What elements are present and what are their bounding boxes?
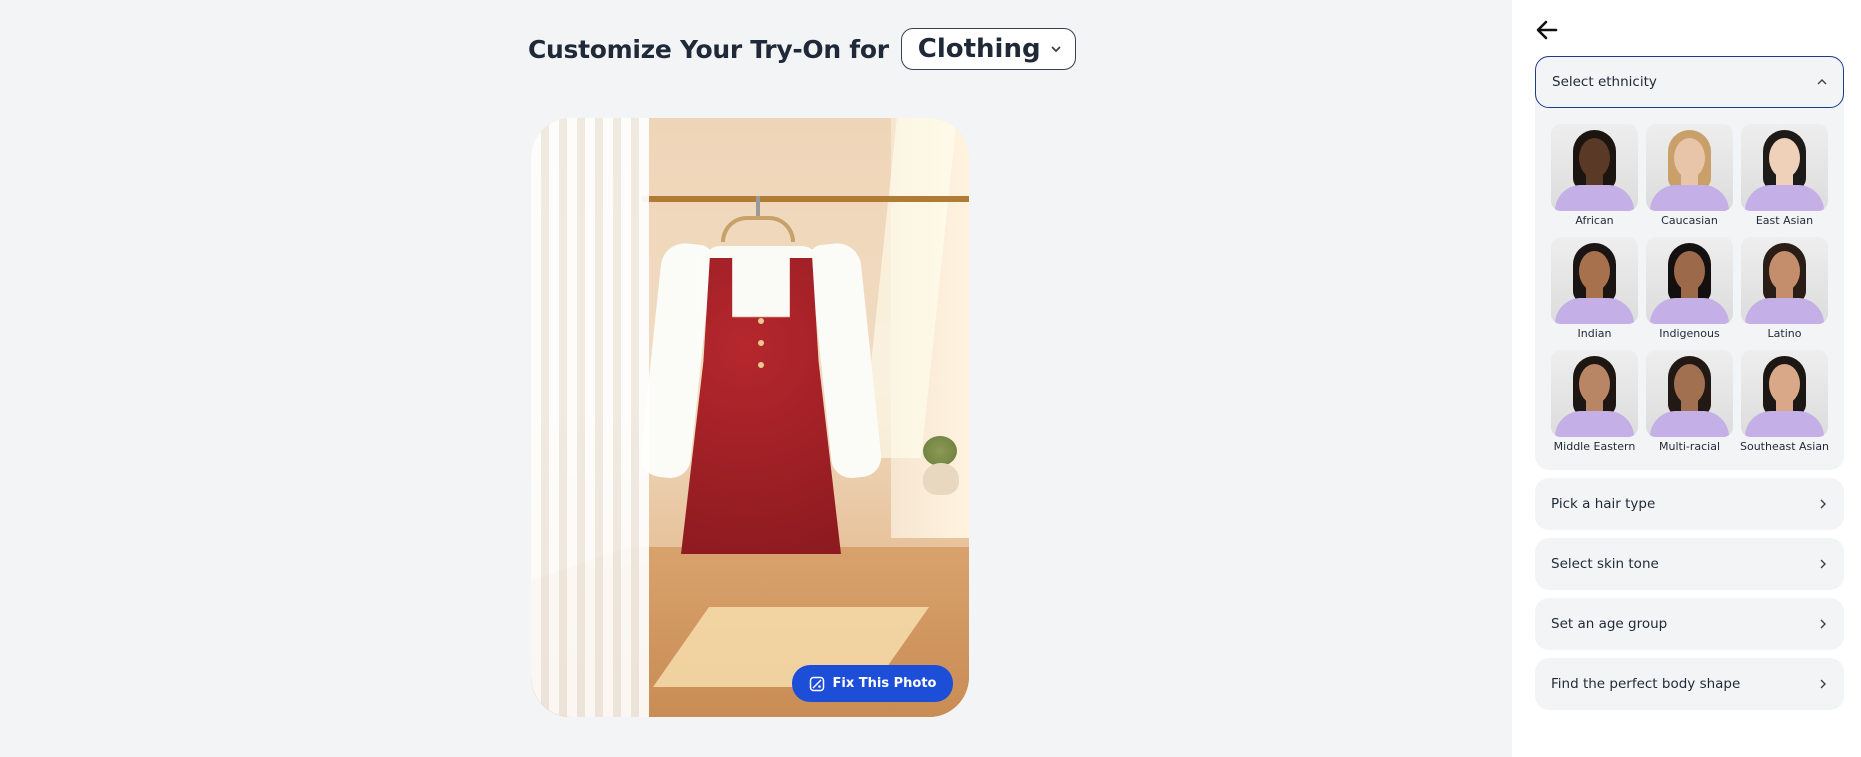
ethnicity-avatar <box>1741 124 1828 211</box>
body-shape-title: Find the perfect body shape <box>1551 676 1741 692</box>
photo-plant <box>923 436 957 466</box>
photo-fix-icon <box>809 676 824 691</box>
avatar-shirt <box>1555 411 1634 437</box>
garment-photo <box>531 118 969 717</box>
ethnicity-option[interactable]: Latino <box>1741 237 1828 341</box>
ethnicity-label: East Asian <box>1755 214 1814 227</box>
arrow-left-icon[interactable] <box>1535 18 1559 42</box>
avatar-face <box>1674 251 1705 291</box>
ethnicity-option[interactable]: Multi-racial <box>1646 350 1733 454</box>
ethnicity-avatar <box>1551 350 1638 437</box>
ethnicity-label: Latino <box>1767 327 1802 340</box>
ethnicity-avatar <box>1646 350 1733 437</box>
avatar-face <box>1769 138 1800 178</box>
page-title: Customize Your Try-On for <box>528 34 889 64</box>
chevron-right-icon <box>1820 679 1826 689</box>
ethnicity-option[interactable]: Caucasian <box>1646 124 1733 228</box>
age-group-title: Set an age group <box>1551 616 1668 632</box>
category-dropdown[interactable]: Clothing <box>900 28 1076 70</box>
ethnicity-label: Southeast Asian <box>1739 440 1830 453</box>
avatar-shirt <box>1650 185 1729 211</box>
ethnicity-option[interactable]: African <box>1551 124 1638 228</box>
chevron-right-icon <box>1820 559 1826 569</box>
photo-hanger-hook <box>756 196 760 218</box>
skin-tone-section[interactable]: Select skin tone <box>1535 538 1844 590</box>
ethnicity-grid: African Caucasian East Asian Indian Indigeno… <box>1551 124 1829 454</box>
avatar-shirt <box>1745 411 1824 437</box>
avatar-face <box>1769 251 1800 291</box>
hair-type-section[interactable]: Pick a hair type <box>1535 478 1844 530</box>
category-dropdown-label: Clothing <box>917 34 1041 64</box>
avatar-shirt <box>1650 298 1729 324</box>
chevron-right-icon <box>1820 499 1826 509</box>
avatar-shirt <box>1745 298 1824 324</box>
chevron-right-icon <box>1820 619 1826 629</box>
photo-hanger <box>721 216 795 242</box>
avatar-face <box>1579 364 1610 404</box>
avatar-face <box>1674 364 1705 404</box>
avatar-face <box>1579 138 1610 178</box>
ethnicity-option[interactable]: Middle Eastern <box>1551 350 1638 454</box>
fix-photo-label: Fix This Photo <box>832 676 937 691</box>
photo-dress-button <box>758 340 764 346</box>
avatar-face <box>1674 138 1705 178</box>
chevron-down-icon <box>1050 46 1061 53</box>
ethnicity-avatar <box>1551 237 1638 324</box>
ethnicity-option[interactable]: Southeast Asian <box>1739 350 1830 454</box>
ethnicity-label: Caucasian <box>1661 214 1718 227</box>
ethnicity-label: Middle Eastern <box>1553 440 1636 453</box>
photo-plant-pot <box>923 463 959 495</box>
hair-type-title: Pick a hair type <box>1551 496 1656 512</box>
ethnicity-avatar <box>1646 124 1733 211</box>
avatar-shirt <box>1745 185 1824 211</box>
ethnicity-title: Select ethnicity <box>1552 74 1657 90</box>
ethnicity-label: Indian <box>1577 327 1612 340</box>
fix-photo-button[interactable]: Fix This Photo <box>792 665 953 702</box>
ethnicity-avatar <box>1741 350 1828 437</box>
ethnicity-label: African <box>1575 214 1614 227</box>
ethnicity-section: Select ethnicity African Caucasian East As… <box>1535 56 1844 470</box>
main-area: Customize Your Try-On for Clothing Fix T… <box>0 0 1512 757</box>
avatar-face <box>1579 251 1610 291</box>
ethnicity-avatar <box>1741 237 1828 324</box>
photo-dress-button <box>758 362 764 368</box>
ethnicity-label: Multi-racial <box>1658 440 1721 453</box>
skin-tone-title: Select skin tone <box>1551 556 1659 572</box>
ethnicity-option[interactable]: Indigenous <box>1646 237 1733 341</box>
ethnicity-avatar <box>1551 124 1638 211</box>
ethnicity-label: Indigenous <box>1659 327 1720 340</box>
avatar-shirt <box>1650 411 1729 437</box>
avatar-shirt <box>1555 185 1634 211</box>
age-group-section[interactable]: Set an age group <box>1535 598 1844 650</box>
photo-clothes-rod <box>641 196 969 202</box>
avatar-face <box>1769 364 1800 404</box>
heading-row: Customize Your Try-On for Clothing <box>528 28 1076 70</box>
chevron-up-icon <box>1817 79 1827 85</box>
avatar-shirt <box>1555 298 1634 324</box>
ethnicity-avatar <box>1646 237 1733 324</box>
customize-panel: Select ethnicity African Caucasian East As… <box>1512 0 1861 757</box>
photo-dress-button <box>758 318 764 324</box>
ethnicity-option[interactable]: East Asian <box>1741 124 1828 228</box>
ethnicity-dropdown[interactable]: Select ethnicity <box>1535 56 1844 108</box>
ethnicity-option[interactable]: Indian <box>1551 237 1638 341</box>
body-shape-section[interactable]: Find the perfect body shape <box>1535 658 1844 710</box>
photo-curtain <box>531 118 649 717</box>
